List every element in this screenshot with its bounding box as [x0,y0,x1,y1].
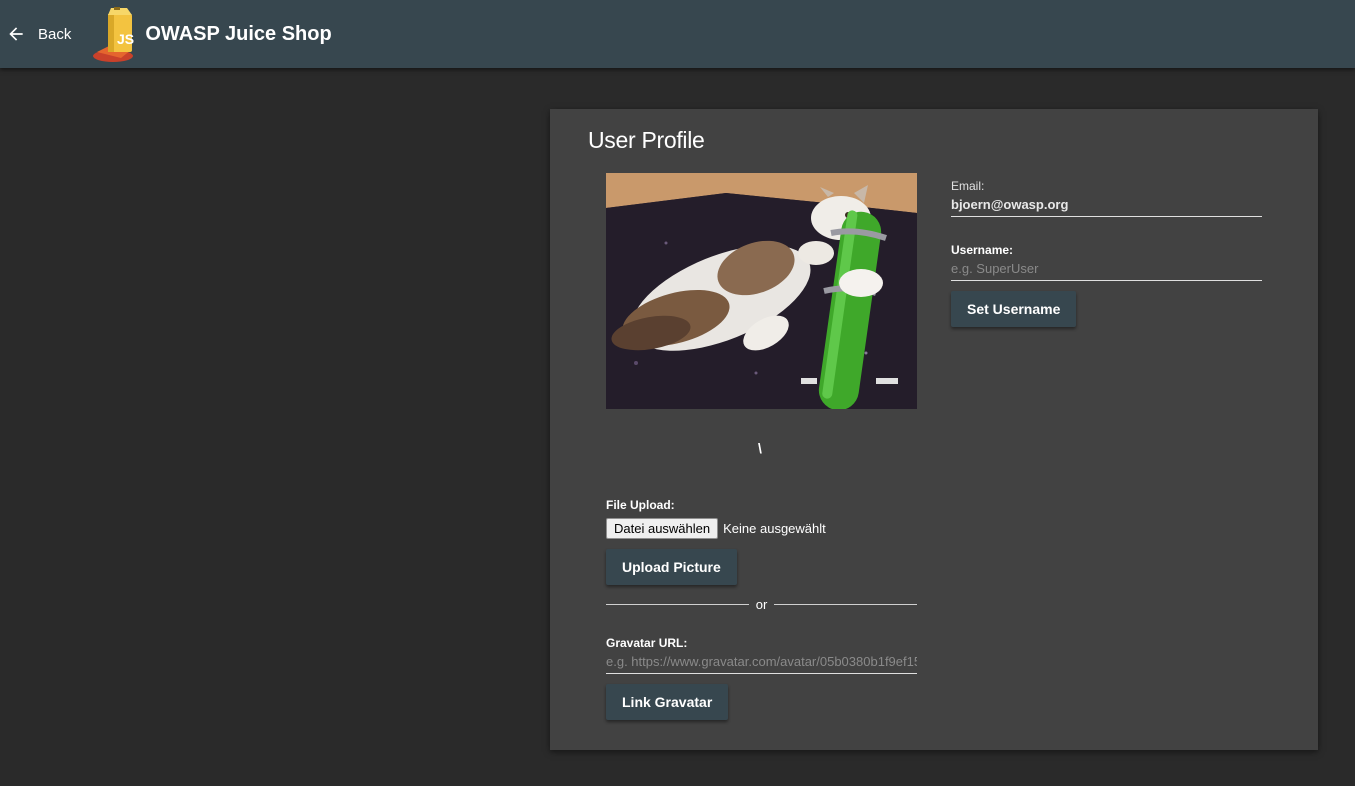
page-title: User Profile [588,127,705,153]
file-upload-label: File Upload: [606,498,675,512]
set-username-button[interactable]: Set Username [951,291,1077,327]
username-label: Username: [951,243,1014,257]
choose-file-button[interactable]: Datei auswählen [606,518,719,539]
username-field [951,259,1262,281]
email-field: bjoern@owasp.org [951,195,1262,217]
app-title: OWASP Juice Shop [145,22,332,45]
divider-line-right [774,603,917,605]
email-value: bjoern@owasp.org [951,197,1069,212]
arrow-left-icon [9,27,23,41]
svg-text:JS: JS [117,31,134,47]
gravatar-url-field [606,652,917,674]
email-label: Email: [951,179,985,193]
juice-shop-logo-icon[interactable]: JS [91,6,143,64]
divider-text: or [755,596,768,612]
back-label: Back [38,25,72,43]
cat-photo-icon [606,173,917,409]
top-toolbar: Back JS OWASP Juice Shop [0,0,1355,68]
link-gravatar-button[interactable]: Link Gravatar [606,684,729,720]
file-status-text: Keine ausgewählt [723,521,826,536]
upload-picture-button[interactable]: Upload Picture [606,549,737,585]
username-input[interactable] [951,261,1262,276]
gravatar-url-label: Gravatar URL: [606,636,688,650]
profile-picture [606,173,917,409]
back-button[interactable]: Back [0,0,81,68]
user-profile-card: User Profile \ File Upload: Datei auswäh… [550,109,1318,750]
or-divider: or [606,596,917,612]
gravatar-url-input[interactable] [606,654,917,669]
divider-line-left [606,603,749,605]
image-caption: \ [758,440,762,456]
file-upload-row: Datei auswählen Keine ausgewählt [606,518,826,539]
